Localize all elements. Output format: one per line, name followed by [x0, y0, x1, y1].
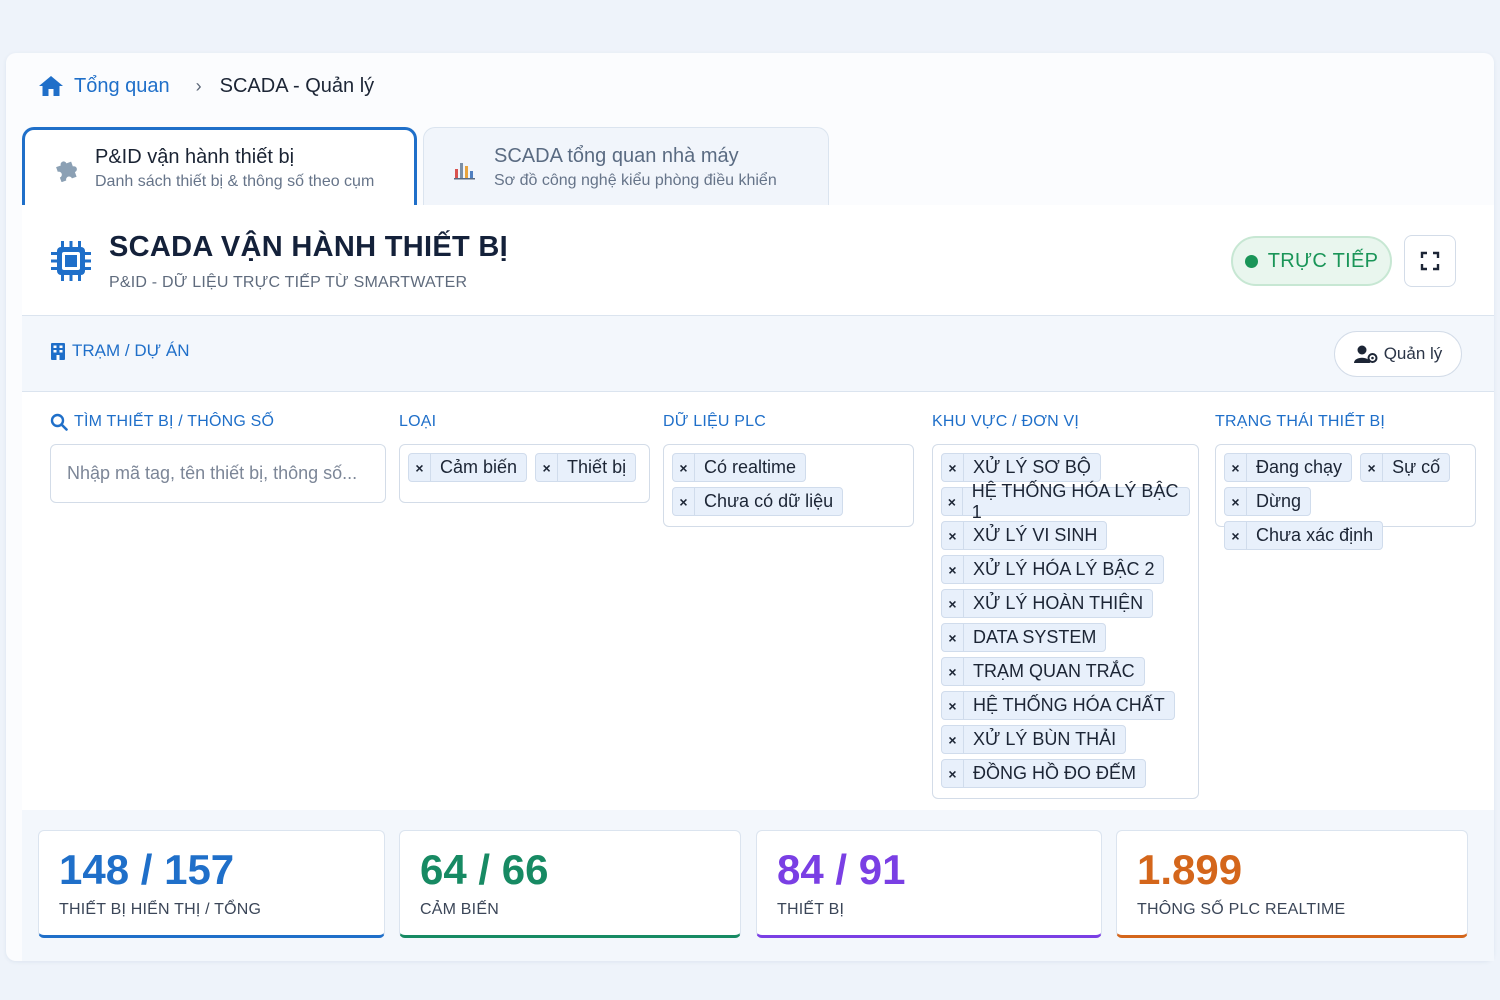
manage-button-label: Quản lý	[1383, 344, 1443, 363]
tag-area[interactable]: × DATA SYSTEM	[941, 623, 1107, 652]
live-status-label: TRỰC TIẾP	[1267, 249, 1379, 272]
remove-tag-icon[interactable]: ×	[942, 454, 964, 481]
status-filter[interactable]: × Đang chạy × Sự cố × Dừng × Chưa xác định	[1215, 444, 1476, 550]
search-input[interactable]	[50, 444, 386, 503]
tag-area[interactable]: × XỬ LÝ SƠ BỘ	[941, 453, 1101, 482]
type-filter[interactable]: × Cảm biến × Thiết bị	[399, 444, 650, 503]
remove-tag-icon[interactable]: ×	[942, 556, 964, 583]
plc-filter-label: DỮ LIỆU PLC	[663, 413, 767, 430]
home-icon[interactable]	[38, 74, 64, 98]
tag-area[interactable]: × ĐỒNG HỒ ĐO ĐẾM	[941, 759, 1147, 788]
bar-chart-icon	[454, 162, 475, 179]
tag-status-stopped[interactable]: × Dừng	[1224, 487, 1312, 516]
stat-label: THIẾT BỊ	[777, 901, 845, 918]
fullscreen-icon	[1420, 251, 1440, 271]
breadcrumb: Tổng quan › SCADA - Quản lý	[38, 73, 374, 99]
stat-value: 1.899	[1137, 846, 1243, 893]
search-filter-label: TÌM THIẾT BỊ / THÔNG SỐ	[50, 413, 274, 431]
tag-area[interactable]: × XỬ LÝ HÓA LÝ BẬC 2	[941, 555, 1165, 584]
stat-label: CẢM BIẾN	[420, 901, 499, 918]
chevron-right-icon: ›	[195, 75, 202, 96]
remove-tag-icon[interactable]: ×	[673, 488, 695, 515]
status-filter-label: TRẠNG THÁI THIẾT BỊ	[1215, 413, 1386, 430]
station-selector[interactable]: TRẠM / DỰ ÁN	[50, 341, 189, 361]
remove-tag-icon[interactable]: ×	[1225, 488, 1247, 515]
live-status-badge[interactable]: TRỰC TIẾP	[1231, 236, 1392, 286]
user-gear-icon	[1353, 345, 1378, 363]
remove-tag-icon[interactable]: ×	[942, 590, 964, 617]
tag-plc-realtime[interactable]: × Có realtime	[672, 453, 807, 482]
remove-tag-icon[interactable]: ×	[942, 760, 964, 787]
breadcrumb-current: SCADA - Quản lý	[219, 74, 375, 97]
station-label: TRẠM / DỰ ÁN	[72, 341, 190, 360]
station-row	[22, 316, 1494, 392]
remove-tag-icon[interactable]: ×	[1225, 454, 1247, 481]
tag-area[interactable]: × XỬ LÝ VI SINH	[941, 521, 1108, 550]
remove-tag-icon[interactable]: ×	[1361, 454, 1384, 481]
tab-scada-title: SCADA tổng quan nhà máy	[494, 144, 739, 167]
manage-button[interactable]: Quản lý	[1334, 331, 1462, 377]
area-filter-label: KHU VỰC / ĐƠN VỊ	[932, 413, 1080, 430]
remove-tag-icon[interactable]: ×	[942, 726, 964, 753]
tag-area[interactable]: × HỆ THỐNG HÓA LÝ BẬC 1	[941, 481, 1190, 522]
fullscreen-button[interactable]	[1404, 235, 1456, 287]
remove-tag-icon[interactable]: ×	[942, 624, 964, 651]
tag-type-device[interactable]: × Thiết bị	[535, 453, 637, 482]
tag-area[interactable]: × HỆ THỐNG HÓA CHẤT	[941, 691, 1175, 720]
tag-status-running[interactable]: × Đang chạy	[1224, 453, 1353, 482]
stat-value: 64 / 66	[420, 846, 549, 893]
tag-status-unknown[interactable]: × Chưa xác định	[1224, 521, 1384, 550]
stat-card-visible-devices: 148 / 157 THIẾT BỊ HIỂN THỊ / TỔNG	[38, 830, 385, 938]
remove-tag-icon[interactable]: ×	[942, 658, 964, 685]
cpu-chip-icon	[51, 241, 91, 281]
tag-status-fault[interactable]: × Sự cố	[1360, 453, 1451, 482]
plc-filter[interactable]: × Có realtime × Chưa có dữ liệu	[663, 444, 914, 527]
stat-value: 84 / 91	[777, 846, 906, 893]
tab-pid-subtitle: Danh sách thiết bị & thông số theo cụm	[95, 172, 375, 190]
tab-scada-subtitle: Sơ đồ công nghệ kiểu phòng điều khiển	[494, 171, 777, 189]
type-filter-label: LOẠI	[399, 413, 437, 430]
remove-tag-icon[interactable]: ×	[942, 488, 963, 515]
tag-area[interactable]: × XỬ LÝ HOÀN THIỆN	[941, 589, 1154, 618]
stat-label: THIẾT BỊ HIỂN THỊ / TỔNG	[59, 901, 262, 918]
tag-area[interactable]: × XỬ LÝ BÙN THẢI	[941, 725, 1127, 754]
area-filter[interactable]: × XỬ LÝ SƠ BỘ × HỆ THỐNG HÓA LÝ BẬC 1 × XỬ …	[932, 444, 1199, 799]
tag-type-sensor[interactable]: × Cảm biến	[408, 453, 528, 482]
stat-card-plc-realtime: 1.899 THÔNG SỐ PLC REALTIME	[1116, 830, 1468, 938]
stat-label: THÔNG SỐ PLC REALTIME	[1137, 901, 1346, 918]
building-icon	[51, 343, 65, 360]
page-subtitle: P&ID - DỮ LIỆU TRỰC TIẾP TỪ SMARTWATER	[109, 274, 468, 291]
tag-area[interactable]: × TRẠM QUAN TRẮC	[941, 657, 1145, 686]
live-dot-icon	[1244, 254, 1258, 268]
breadcrumb-home-link[interactable]: Tổng quan	[74, 75, 170, 98]
tab-pid-title: P&ID vận hành thiết bị	[95, 145, 295, 168]
search-filter-text: TÌM THIẾT BỊ / THÔNG SỐ	[74, 413, 275, 430]
tag-plc-nodata[interactable]: × Chưa có dữ liệu	[672, 487, 844, 516]
stat-card-sensors: 64 / 66 CẢM BIẾN	[399, 830, 741, 938]
remove-tag-icon[interactable]: ×	[409, 454, 431, 481]
stat-card-devices: 84 / 91 THIẾT BỊ	[756, 830, 1102, 938]
remove-tag-icon[interactable]: ×	[1225, 522, 1247, 549]
remove-tag-icon[interactable]: ×	[536, 454, 559, 481]
tab-pid[interactable]: P&ID vận hành thiết bị Danh sách thiết b…	[22, 127, 417, 207]
search-icon	[50, 413, 68, 431]
remove-tag-icon[interactable]: ×	[942, 692, 964, 719]
remove-tag-icon[interactable]: ×	[942, 522, 964, 549]
tab-scada-overview[interactable]: SCADA tổng quan nhà máy Sơ đồ công nghệ …	[423, 127, 829, 207]
puzzle-icon	[56, 160, 77, 182]
page-title: SCADA VẬN HÀNH THIẾT BỊ	[109, 231, 508, 263]
remove-tag-icon[interactable]: ×	[673, 454, 695, 481]
stat-value: 148 / 157	[59, 846, 235, 893]
